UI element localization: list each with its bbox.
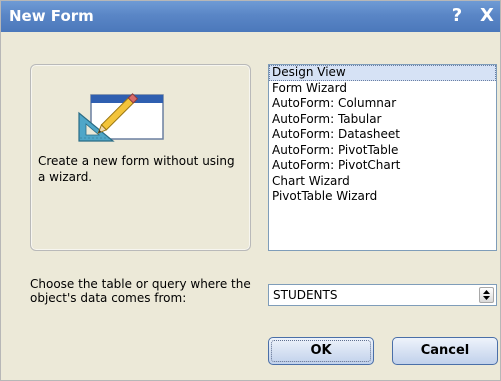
help-button[interactable]: ?: [445, 4, 469, 28]
title-bar[interactable]: New Form ? X: [1, 1, 500, 32]
source-combobox[interactable]: STUDENTS: [268, 284, 497, 306]
source-label: Choose the table or query where the obje…: [30, 277, 251, 305]
list-item-autoform-pivottable[interactable]: AutoForm: PivotTable: [269, 143, 496, 159]
ok-button[interactable]: OK: [268, 337, 374, 365]
list-item-autoform-pivotchart[interactable]: AutoForm: PivotChart: [269, 158, 496, 174]
list-item-design-view[interactable]: Design View: [269, 65, 496, 81]
new-form-dialog: New Form ? X Create a new form without u…: [0, 0, 501, 381]
form-type-list[interactable]: Design View Form Wizard AutoForm: Column…: [268, 64, 497, 251]
form-design-icon: [78, 93, 164, 142]
list-item-autoform-datasheet[interactable]: AutoForm: Datasheet: [269, 127, 496, 143]
list-item-autoform-tabular[interactable]: AutoForm: Tabular: [269, 112, 496, 128]
source-value: STUDENTS: [273, 288, 338, 302]
preview-description: Create a new form without using a wizard…: [38, 154, 235, 184]
preview-panel: Create a new form without using a wizard…: [30, 64, 251, 251]
cancel-button[interactable]: Cancel: [392, 337, 498, 365]
list-item-autoform-columnar[interactable]: AutoForm: Columnar: [269, 96, 496, 112]
dialog-title: New Form: [9, 7, 94, 25]
close-button[interactable]: X: [475, 4, 499, 28]
spin-arrows-icon[interactable]: [479, 287, 494, 303]
list-item-chart-wizard[interactable]: Chart Wizard: [269, 174, 496, 190]
list-item-pivottable-wizard[interactable]: PivotTable Wizard: [269, 189, 496, 205]
list-item-form-wizard[interactable]: Form Wizard: [269, 81, 496, 97]
